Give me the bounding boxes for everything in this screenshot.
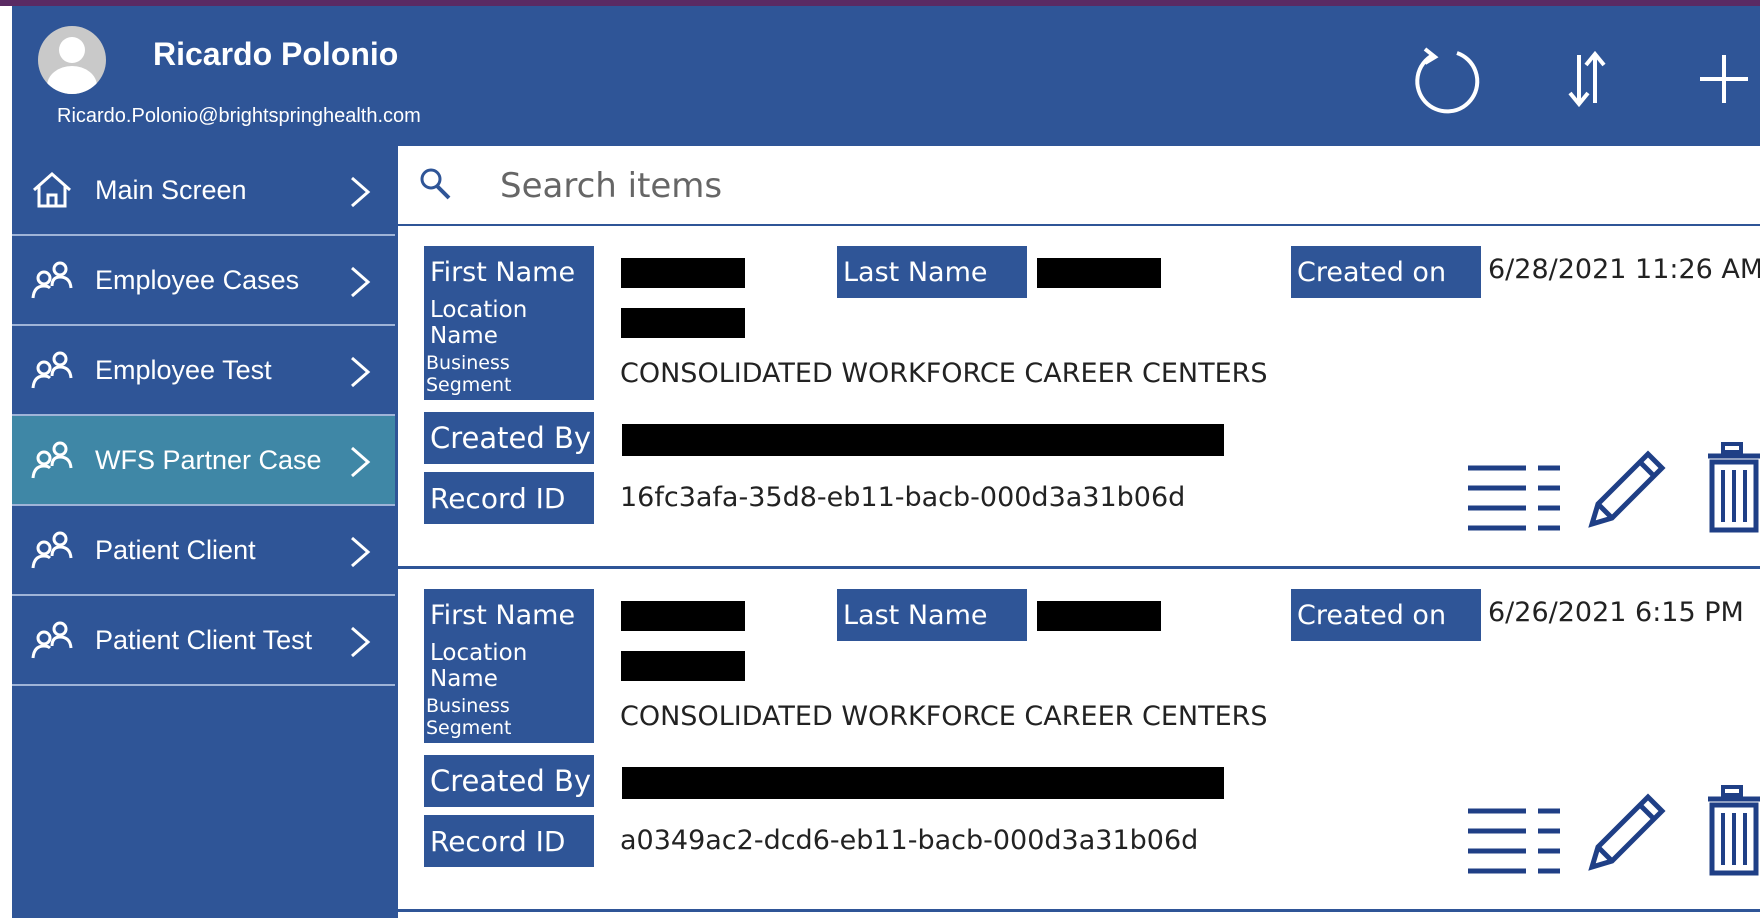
record-id-label: Record ID: [424, 815, 594, 867]
created-on-value: 6/28/2021 11:26 AM: [1488, 254, 1760, 285]
created-by-redacted: [622, 767, 1224, 799]
people-icon: [31, 531, 73, 569]
add-icon: [1700, 55, 1748, 103]
list-item[interactable]: First Name Last Name Created on 6/28/202…: [398, 228, 1760, 569]
created-by-label: Created By: [424, 412, 594, 464]
chevron-right-icon: [351, 266, 371, 298]
user-email: Ricardo.Polonio@brightspringhealth.com: [57, 105, 421, 127]
chevron-right-icon: [351, 536, 371, 568]
main-panel: First Name Last Name Created on 6/28/202…: [398, 146, 1760, 918]
people-icon: [31, 261, 73, 299]
sort-icon: [1568, 50, 1606, 108]
last-name-label: Last Name: [837, 246, 1027, 298]
record-id-label: Record ID: [424, 472, 594, 524]
sidebar-item-label: Employee Cases: [95, 264, 300, 295]
location-name-redacted: [621, 651, 745, 681]
sidebar-item-label: WFS Partner Case: [95, 444, 322, 475]
last-name-redacted: [1037, 258, 1161, 288]
people-icon: [31, 621, 73, 659]
add-button[interactable]: [1679, 34, 1760, 124]
search-bar: [398, 146, 1760, 226]
business-segment-label: Business Segment: [424, 691, 594, 743]
business-segment-value: CONSOLIDATED WORKFORCE CAREER CENTERS: [620, 701, 1268, 732]
created-on-label: Created on: [1291, 246, 1481, 298]
chevron-right-icon: [351, 356, 371, 388]
people-icon: [31, 441, 73, 479]
people-icon: [31, 351, 73, 389]
sidebar-item-wfs-partner-case[interactable]: WFS Partner Case: [12, 416, 395, 506]
app-header: Ricardo Polonio Ricardo.Polonio@brightsp…: [12, 6, 1760, 146]
record-id-value: a0349ac2-dcd6-eb11-bacb-000d3a31b06d: [620, 825, 1199, 856]
last-name-label: Last Name: [837, 589, 1027, 641]
sidebar-item-label: Employee Test: [95, 354, 272, 385]
sidebar-nav: Main Screen Employee Cases Employee Test: [12, 146, 395, 686]
business-segment-label: Business Segment: [424, 348, 594, 400]
details-icon[interactable]: [1466, 805, 1562, 879]
first-name-redacted: [621, 258, 745, 288]
sidebar-item-employee-cases[interactable]: Employee Cases: [12, 236, 395, 326]
location-name-label: Location Name: [424, 297, 594, 349]
search-icon: [420, 168, 451, 200]
sidebar-item-employee-test[interactable]: Employee Test: [12, 326, 395, 416]
first-name-redacted: [621, 601, 745, 631]
search-input[interactable]: [498, 160, 1702, 212]
sidebar-item-patient-client[interactable]: Patient Client: [12, 506, 395, 596]
avatar-head: [59, 37, 85, 63]
list-item[interactable]: First Name Last Name Created on 6/26/202…: [398, 571, 1760, 912]
sidebar-item-label: Main Screen: [95, 174, 247, 205]
record-id-value: 16fc3afa-35d8-eb11-bacb-000d3a31b06d: [620, 482, 1186, 513]
first-name-label: First Name: [424, 246, 594, 298]
chevron-right-icon: [351, 626, 371, 658]
location-name-redacted: [621, 308, 745, 338]
first-name-label: First Name: [424, 589, 594, 641]
refresh-icon: [1415, 47, 1480, 114]
edit-icon[interactable]: [1582, 789, 1670, 877]
created-on-value: 6/26/2021 6:15 PM: [1488, 597, 1744, 628]
chevron-right-icon: [351, 176, 371, 208]
refresh-button[interactable]: [1402, 34, 1492, 124]
sidebar-item-main-screen[interactable]: Main Screen: [12, 146, 395, 236]
last-name-redacted: [1037, 601, 1161, 631]
avatar-body: [47, 66, 97, 94]
edit-icon[interactable]: [1582, 446, 1670, 534]
chevron-right-icon: [351, 446, 371, 478]
avatar[interactable]: [38, 26, 106, 94]
trash-icon[interactable]: [1704, 440, 1760, 536]
location-name-label: Location Name: [424, 640, 594, 692]
created-on-label: Created on: [1291, 589, 1481, 641]
created-by-redacted: [622, 424, 1224, 456]
business-segment-value: CONSOLIDATED WORKFORCE CAREER CENTERS: [620, 358, 1268, 389]
details-icon[interactable]: [1466, 462, 1562, 536]
sidebar-item-label: Patient Client Test: [95, 624, 313, 655]
trash-icon[interactable]: [1704, 783, 1760, 879]
sidebar-item-label: Patient Client: [95, 534, 256, 565]
sort-button[interactable]: [1542, 34, 1632, 124]
sidebar-item-patient-client-test[interactable]: Patient Client Test: [12, 596, 395, 686]
app-frame: Ricardo Polonio Ricardo.Polonio@brightsp…: [12, 6, 1760, 918]
created-by-label: Created By: [424, 755, 594, 807]
home-icon: [33, 171, 71, 208]
user-name: Ricardo Polonio: [153, 36, 399, 72]
